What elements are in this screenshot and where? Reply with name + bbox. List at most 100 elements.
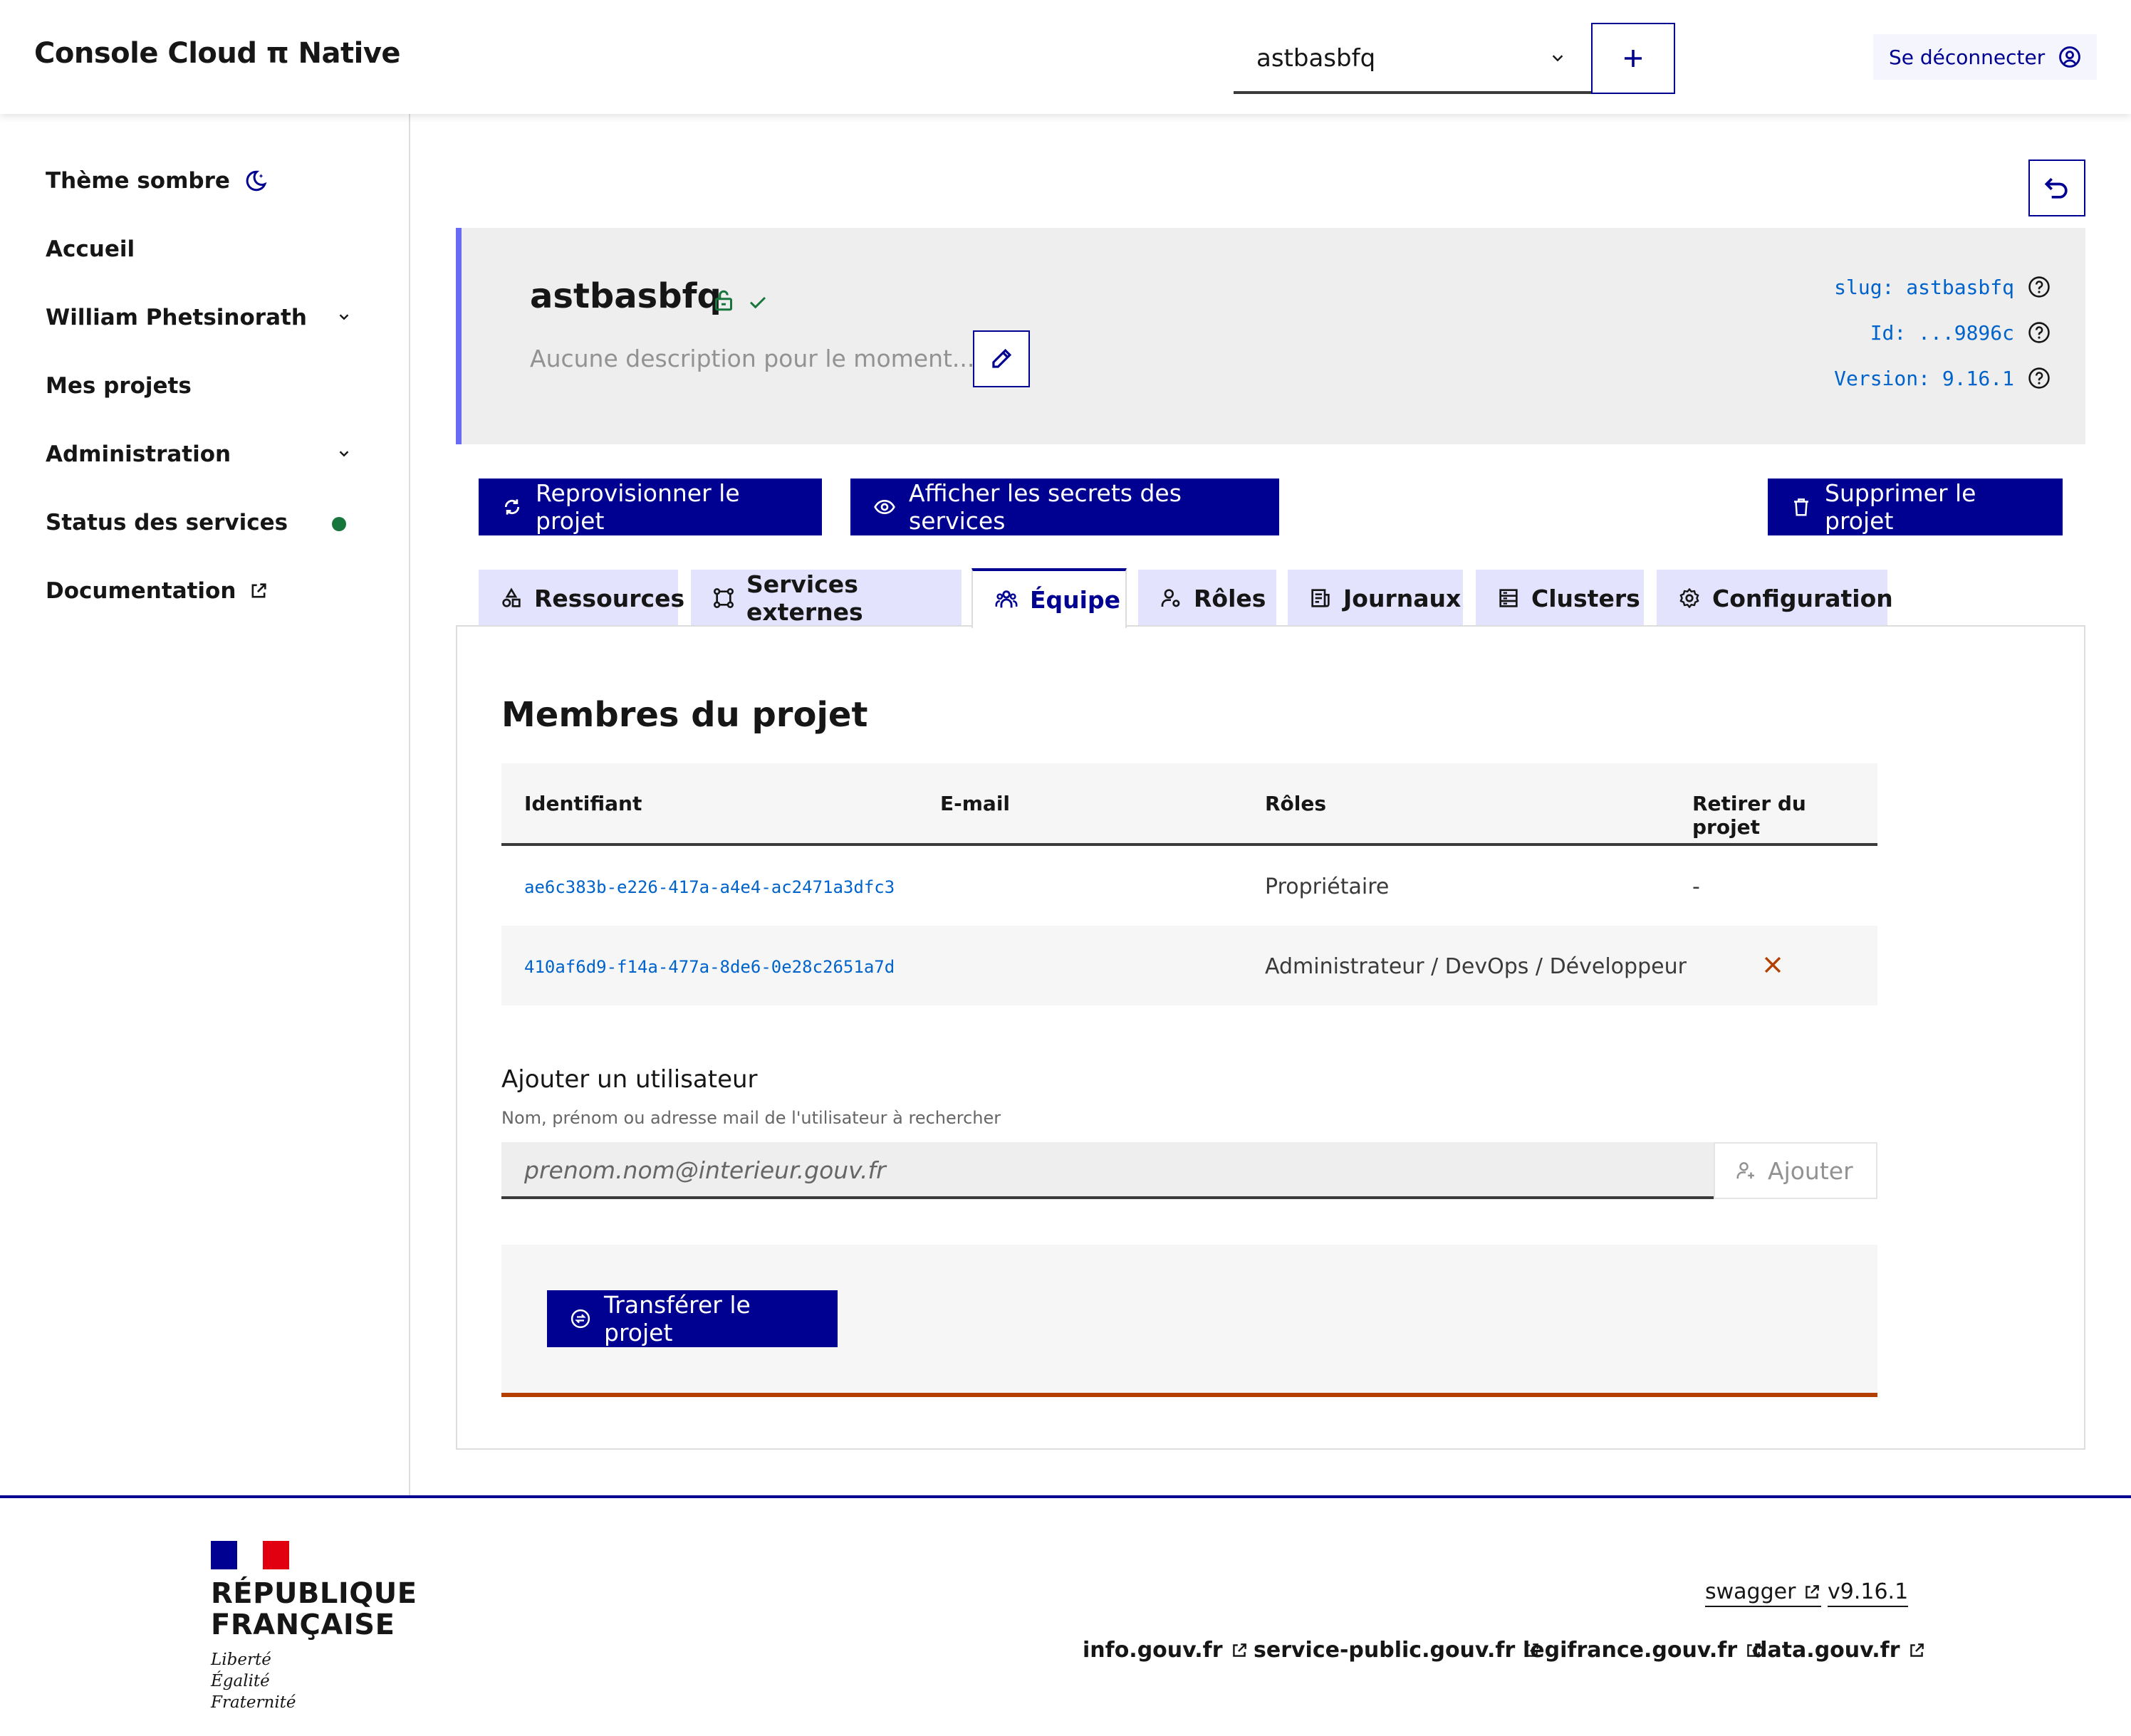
external-link-icon [1230,1641,1249,1660]
footer-link-info[interactable]: info.gouv.fr [1083,1638,1249,1663]
tab-label: Configuration [1712,584,1893,612]
back-button[interactable] [2028,160,2085,216]
add-user-hint: Nom, prénom ou adresse mail de l'utilisa… [501,1108,1001,1128]
sidebar-item-dark-theme[interactable]: Thème sombre [46,168,269,194]
tab-logs[interactable]: Journaux [1288,570,1463,627]
sidebar-item-my-projects[interactable]: Mes projets [46,373,192,399]
unlock-icon [711,288,736,313]
help-icon[interactable] [2027,320,2051,345]
chevron-down-icon [336,309,352,325]
sidebar-item-label: Status des services [46,510,288,535]
chevron-down-icon [336,446,352,461]
sidebar-item-label: Administration [46,441,231,467]
project-id: Id: ...9896c [1870,320,2051,345]
project-slug: slug: astbasbfq [1834,275,2051,299]
sidebar-nav: Thème sombre Accueil William Phetsinorat… [0,114,410,1495]
undo-arrow-icon [2041,172,2073,204]
add-user-label: Ajouter un utilisateur [501,1065,758,1094]
table-row: ae6c383b-e226-417a-a4e4-ac2471a3dfc3 Pro… [501,846,1877,926]
reprovision-button[interactable]: Reprovisionner le projet [479,479,822,535]
add-project-button[interactable] [1591,23,1675,94]
reprovision-label: Reprovisionner le projet [536,479,740,535]
members-table-header: Identifiant E-mail Rôles Retirer du proj… [501,763,1877,846]
top-header: Console Cloud π Native astbasbfq Se déco… [0,0,2131,114]
sidebar-item-label: Accueil [46,236,135,262]
sidebar-item-label: William Phetsinorath [46,305,307,330]
devise-line: Liberté [211,1651,271,1669]
refresh-icon [501,496,523,518]
project-select[interactable]: astbasbfq [1234,23,1591,94]
french-flag-logo [211,1541,290,1569]
add-user-button-label: Ajouter [1768,1156,1853,1185]
project-select-value: astbasbfq [1256,44,1376,73]
tab-label: Ressources [534,584,685,612]
add-user-icon [1735,1160,1756,1181]
sidebar-item-home[interactable]: Accueil [46,236,135,262]
footer-link-label: info.gouv.fr [1083,1638,1223,1663]
remove-placeholder: - [1692,874,1700,899]
member-roles: Administrateur / DevOps / Développeur [1265,954,1687,979]
show-secrets-label: Afficher les secrets des services [909,479,1182,535]
tab-team[interactable]: Équipe [971,568,1127,628]
project-id-value[interactable]: Id: ...9896c [1870,321,2014,345]
help-icon[interactable] [2027,275,2051,299]
external-link-icon [1803,1583,1821,1601]
tab-clusters[interactable]: Clusters [1476,570,1644,627]
column-header: E-mail [940,792,1011,815]
add-user-button[interactable]: Ajouter [1714,1142,1877,1199]
pencil-icon [988,345,1015,372]
trash-icon [1791,496,1812,518]
tab-label: Services externes [746,570,863,626]
project-description: Aucune description pour le moment... [530,345,975,372]
tab-configuration[interactable]: Configuration [1657,570,1893,627]
sidebar-item-label: Documentation [46,578,236,604]
tab-resources[interactable]: Ressources [479,570,684,627]
remove-member-button[interactable] [1761,953,1785,977]
check-icon [746,291,769,313]
plus-icon [1620,46,1646,71]
sidebar-item-documentation[interactable]: Documentation [46,578,269,604]
swagger-link[interactable]: swagger [1705,1579,1822,1607]
transfer-project-button[interactable]: Transférer le projet [547,1290,838,1347]
footer-link-service-public[interactable]: service-public.gouv.fr [1254,1638,1541,1663]
logout-button[interactable]: Se déconnecter [1873,34,2097,80]
sidebar-item-administration[interactable]: Administration [46,441,359,467]
add-user-input[interactable]: prenom.nom@interieur.gouv.fr [501,1142,1714,1199]
brand-line: FRANÇAISE [211,1609,395,1641]
team-icon [994,587,1018,612]
edit-description-button[interactable] [973,330,1030,387]
member-id: ae6c383b-e226-417a-a4e4-ac2471a3dfc3 [524,877,895,897]
app-title[interactable]: Console Cloud π Native [34,37,401,70]
roles-icon [1160,587,1182,610]
column-header: Retirer du projet [1692,792,1806,839]
swagger-label: swagger [1705,1579,1796,1604]
help-icon[interactable] [2027,366,2051,390]
logout-label: Se déconnecter [1889,45,2046,69]
version-link[interactable]: v9.16.1 [1828,1579,1909,1607]
delete-project-button[interactable]: Supprimer le projet [1768,479,2063,535]
tab-roles[interactable]: Rôles [1138,570,1276,627]
brand-line: RÉPUBLIQUE [211,1577,417,1610]
column-header: Rôles [1265,792,1327,815]
project-version-value[interactable]: Version: 9.16.1 [1834,367,2014,390]
eye-icon [873,496,896,518]
sidebar-item-service-status[interactable]: Status des services [46,510,359,535]
column-header: Identifiant [524,792,642,815]
footer-link-label: data.gouv.fr [1752,1638,1900,1663]
footer-link-legifrance[interactable]: legifrance.gouv.fr [1523,1638,1763,1663]
sidebar-item-label: Thème sombre [46,168,230,194]
devise-line: Égalité [211,1672,270,1690]
delete-project-label: Supprimer le projet [1825,479,1976,535]
clusters-icon [1497,587,1520,610]
tab-label: Rôles [1194,584,1266,612]
devise-line: Fraternité [211,1693,296,1712]
sidebar-item-user[interactable]: William Phetsinorath [46,305,359,330]
tab-external-services[interactable]: Services externes [691,570,962,627]
external-link-icon [1907,1641,1926,1660]
project-slug-value[interactable]: slug: astbasbfq [1834,276,2014,299]
footer-link-data[interactable]: data.gouv.fr [1752,1638,1926,1663]
status-indicator [332,517,346,531]
close-icon [1761,953,1785,977]
show-secrets-button[interactable]: Afficher les secrets des services [850,479,1279,535]
external-link-icon [249,581,269,601]
